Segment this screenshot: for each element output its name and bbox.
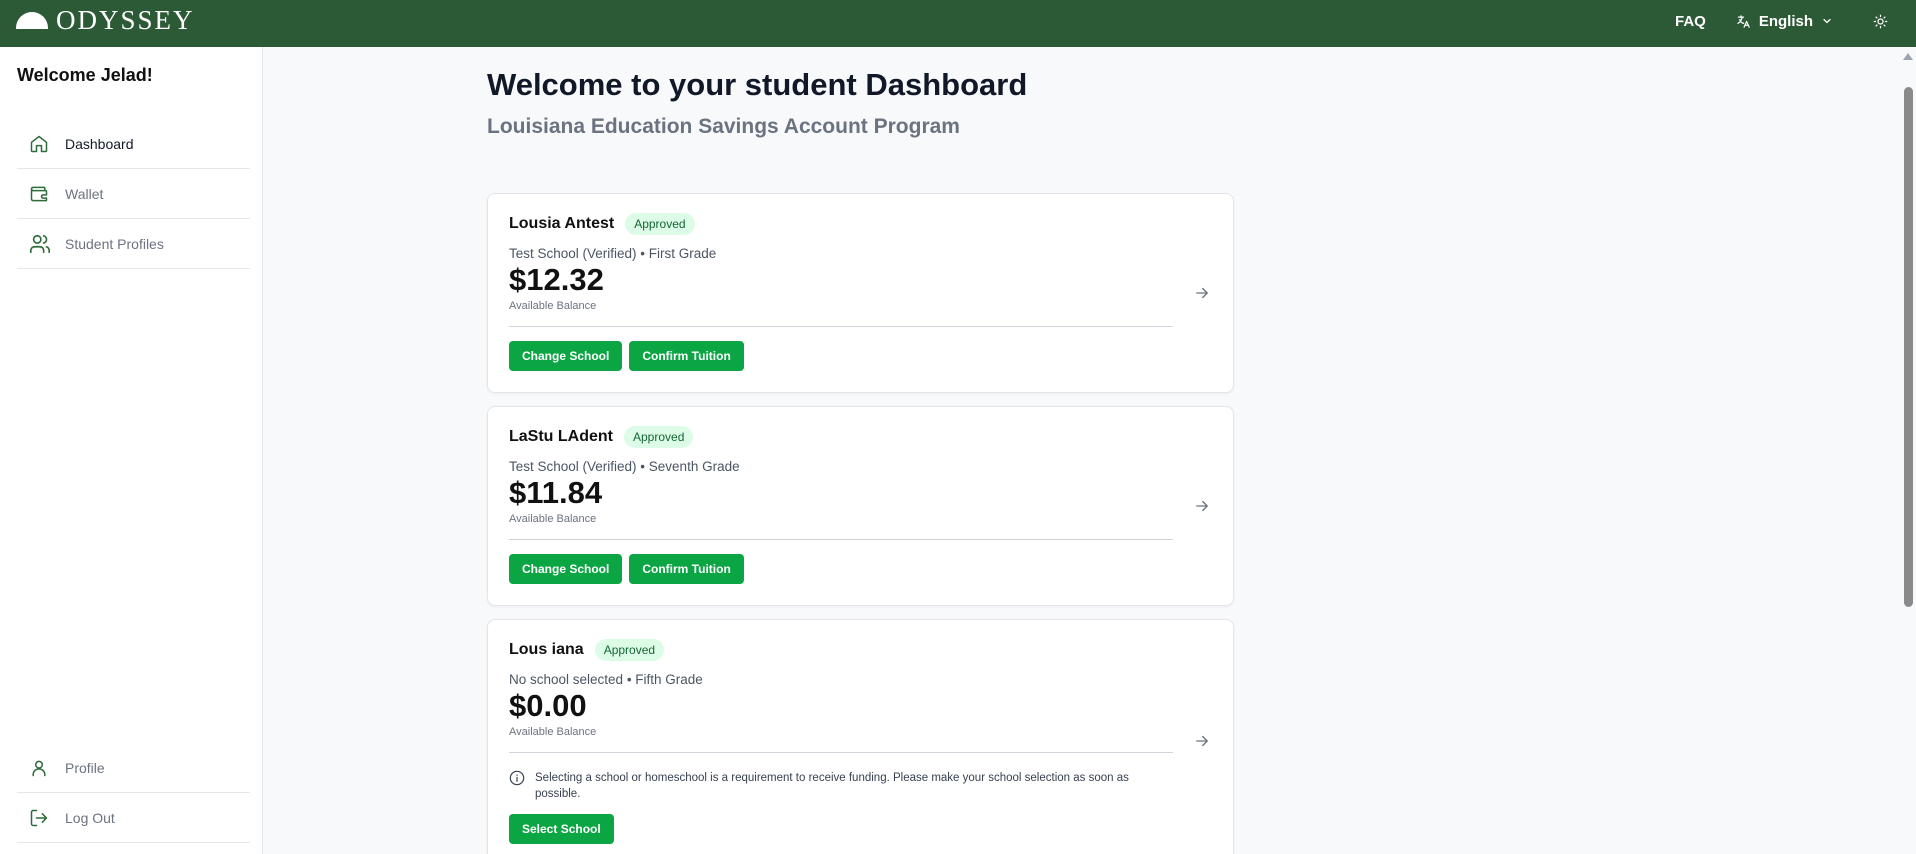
school-grade: Test School (Verified) • First Grade (509, 246, 717, 261)
divider (509, 539, 1173, 540)
student-name: Lous iana (509, 641, 584, 658)
language-label: English (1758, 12, 1813, 30)
arrow-right-icon[interactable] (1193, 284, 1211, 307)
scrollbar-thumb[interactable] (1904, 87, 1913, 607)
user-icon (17, 758, 65, 778)
sidebar-item-label: Wallet (65, 185, 104, 202)
select-school-button[interactable]: Select School (509, 814, 614, 844)
school-grade: No school selected • Fifth Grade (509, 672, 703, 687)
balance-label: Available Balance (509, 300, 597, 312)
logo-mark-icon (16, 11, 48, 29)
theme-toggle-button[interactable] (1873, 14, 1888, 29)
student-name: LaStu LAdent (509, 428, 613, 445)
status-badge: Approved (625, 213, 695, 235)
divider (509, 752, 1173, 753)
welcome-message: Welcome Jelad! (17, 65, 153, 85)
sidebar-item-label: Profile (65, 759, 105, 776)
notice-text: Selecting a school or homeschool is a re… (535, 772, 1129, 800)
school-selection-notice: Selecting a school or homeschool is a re… (509, 770, 1173, 802)
logout-icon (17, 808, 65, 828)
sidebar-item-dashboard[interactable]: Dashboard (17, 119, 250, 169)
sidebar-item-log-out[interactable]: Log Out (17, 793, 250, 843)
status-badge: Approved (594, 639, 665, 661)
users-icon (17, 233, 65, 255)
scroll-up-arrow-icon[interactable] (1903, 53, 1913, 60)
odyssey-logo[interactable]: ODYSSEY (16, 5, 195, 35)
sidebar-item-wallet[interactable]: Wallet (17, 169, 250, 219)
change-school-button[interactable]: Change School (509, 554, 623, 584)
sidebar-item-student-profiles[interactable]: Student Profiles (17, 219, 250, 269)
sidebar-nav: Dashboard Wallet Student Profiles (17, 119, 250, 269)
info-icon (509, 770, 525, 802)
home-icon (17, 134, 65, 154)
chevron-down-icon (1821, 15, 1833, 27)
page-subtitle: Louisiana Education Savings Account Prog… (487, 115, 960, 138)
sun-icon (1873, 14, 1888, 29)
wallet-icon (17, 184, 65, 204)
divider (509, 326, 1173, 327)
available-balance: $12.32 (509, 262, 604, 297)
page-title: Welcome to your student Dashboard (487, 67, 1028, 102)
sidebar-item-label: Dashboard (65, 135, 134, 152)
sidebar-bottom-nav: Profile Log Out (17, 743, 250, 843)
school-grade: Test School (Verified) • Seventh Grade (509, 459, 740, 474)
student-name: Lousia Antest (509, 215, 615, 232)
scrollbar[interactable] (1900, 47, 1916, 854)
balance-label: Available Balance (509, 726, 597, 738)
top-bar: ODYSSEY FAQ English (0, 0, 1916, 47)
arrow-right-icon[interactable] (1193, 732, 1211, 755)
sidebar-item-profile[interactable]: Profile (17, 743, 250, 793)
student-card[interactable]: LaStu LAdent Approved Test School (Verif… (487, 406, 1234, 606)
available-balance: $0.00 (509, 688, 587, 723)
sidebar-item-label: Student Profiles (65, 235, 164, 252)
sidebar: Welcome Jelad! Dashboard Wallet Student … (0, 47, 263, 854)
main-content: Welcome to your student Dashboard Louisi… (264, 47, 1900, 854)
confirm-tuition-button[interactable]: Confirm Tuition (629, 554, 744, 584)
confirm-tuition-button[interactable]: Confirm Tuition (629, 341, 744, 371)
student-card[interactable]: Lousia Antest Approved Test School (Veri… (487, 193, 1234, 393)
available-balance: $11.84 (509, 475, 603, 510)
change-school-button[interactable]: Change School (509, 341, 623, 371)
status-badge: Approved (624, 426, 694, 448)
student-card[interactable]: Lous iana Approved No school selected • … (487, 619, 1234, 854)
language-selector[interactable]: English (1736, 13, 1833, 30)
balance-label: Available Balance (509, 513, 597, 525)
arrow-right-icon[interactable] (1193, 497, 1211, 520)
translate-icon (1736, 14, 1751, 29)
logo-text: ODYSSEY (56, 5, 195, 35)
faq-link[interactable]: FAQ (1675, 13, 1706, 30)
sidebar-item-label: Log Out (65, 809, 115, 826)
